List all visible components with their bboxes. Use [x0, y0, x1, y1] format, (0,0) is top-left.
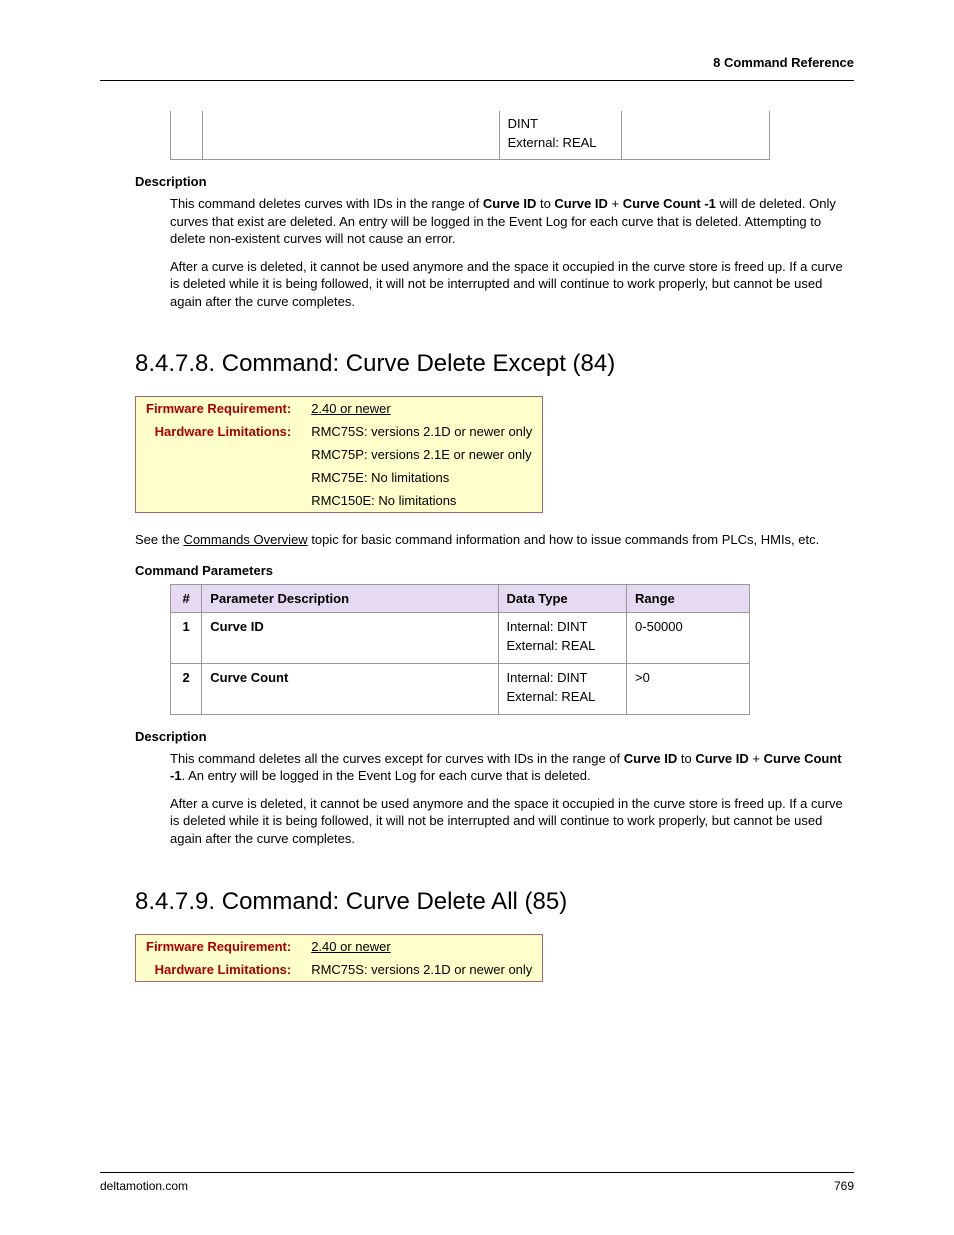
header-section: 8 Command Reference — [713, 55, 854, 70]
bold: Curve ID — [483, 196, 536, 211]
bold: Curve Count -1 — [623, 196, 716, 211]
cell-range: 0-50000 — [627, 612, 750, 663]
col-dtype: Data Type — [498, 584, 627, 612]
t: topic for basic command information and … — [308, 532, 820, 547]
t: to — [677, 751, 695, 766]
t: . An entry will be logged in the Event L… — [182, 768, 591, 783]
fw-value-cell-85: 2.40 or newer — [301, 934, 543, 958]
hw-value-4: RMC150E: No limitations — [301, 489, 543, 513]
frag-cell-1 — [171, 111, 203, 160]
table-row: 1 Curve ID Internal: DINT External: REAL… — [171, 612, 750, 663]
fragment-table: DINT External: REAL — [170, 111, 770, 160]
footer-rule — [100, 1172, 854, 1173]
fw-link[interactable]: 2.40 or newer — [311, 401, 391, 416]
cell-desc: Curve Count — [202, 663, 498, 714]
cell-num: 2 — [171, 663, 202, 714]
hw-value-1: RMC75S: versions 2.1D or newer only — [301, 420, 543, 443]
footer-page: 769 — [834, 1179, 854, 1193]
frag-cell-2 — [202, 111, 499, 160]
col-range: Range — [627, 584, 750, 612]
description-p1: This command deletes curves with IDs in … — [170, 195, 854, 248]
hw-label-85: Hardware Limitations: — [136, 958, 302, 982]
bold: Curve ID — [624, 751, 677, 766]
bold: Curve ID — [554, 196, 607, 211]
heading-85: 8.4.7.9. Command: Curve Delete All (85) — [135, 888, 854, 916]
dtype-line: External: REAL — [507, 638, 619, 653]
cell-num: 1 — [171, 612, 202, 663]
see-paragraph: See the Commands Overview topic for basi… — [135, 531, 854, 549]
fw-label: Firmware Requirement: — [136, 397, 302, 421]
commands-overview-link[interactable]: Commands Overview — [183, 532, 307, 547]
col-num: # — [171, 584, 202, 612]
hw-value-3: RMC75E: No limitations — [301, 466, 543, 489]
hw-label: Hardware Limitations: — [136, 420, 302, 443]
fw-label-85: Firmware Requirement: — [136, 934, 302, 958]
fw-link-85[interactable]: 2.40 or newer — [311, 939, 391, 954]
table-row: 2 Curve Count Internal: DINT External: R… — [171, 663, 750, 714]
cell-desc: Curve ID — [202, 612, 498, 663]
heading-84: 8.4.7.8. Command: Curve Delete Except (8… — [135, 350, 854, 378]
frag-cell-4 — [621, 111, 769, 160]
description-p2: After a curve is deleted, it cannot be u… — [170, 258, 854, 311]
frag-cell-3: DINT External: REAL — [499, 111, 621, 160]
cell-dtype: Internal: DINT External: REAL — [498, 612, 627, 663]
desc84-p1: This command deletes all the curves exce… — [170, 750, 854, 785]
header-rule — [100, 80, 854, 81]
infobox-85: Firmware Requirement: 2.40 or newer Hard… — [135, 934, 543, 982]
t: + — [608, 196, 623, 211]
infobox-84: Firmware Requirement: 2.40 or newer Hard… — [135, 396, 543, 513]
t: This command deletes curves with IDs in … — [170, 196, 483, 211]
description-heading-1: Description — [135, 174, 854, 189]
hw-value-85-1: RMC75S: versions 2.1D or newer only — [301, 958, 543, 982]
dtype-line: Internal: DINT — [507, 619, 619, 634]
command-parameters-heading: Command Parameters — [135, 563, 854, 578]
footer-site: deltamotion.com — [100, 1179, 188, 1193]
t: to — [536, 196, 554, 211]
t: This command deletes all the curves exce… — [170, 751, 624, 766]
t: + — [749, 751, 764, 766]
desc84-p2: After a curve is deleted, it cannot be u… — [170, 795, 854, 848]
frag-dtype-a: DINT — [508, 116, 613, 131]
col-desc: Parameter Description — [202, 584, 498, 612]
dtype-line: External: REAL — [507, 689, 619, 704]
frag-dtype-b: External: REAL — [508, 135, 613, 150]
cell-range: >0 — [627, 663, 750, 714]
footer: deltamotion.com 769 — [100, 1172, 854, 1193]
dtype-line: Internal: DINT — [507, 670, 619, 685]
hw-value-2: RMC75P: versions 2.1E or newer only — [301, 443, 543, 466]
cell-dtype: Internal: DINT External: REAL — [498, 663, 627, 714]
bold: Curve ID — [695, 751, 748, 766]
params-table-84: # Parameter Description Data Type Range … — [170, 584, 750, 715]
description-heading-2: Description — [135, 729, 854, 744]
fw-value-cell: 2.40 or newer — [301, 397, 543, 421]
t: See the — [135, 532, 183, 547]
